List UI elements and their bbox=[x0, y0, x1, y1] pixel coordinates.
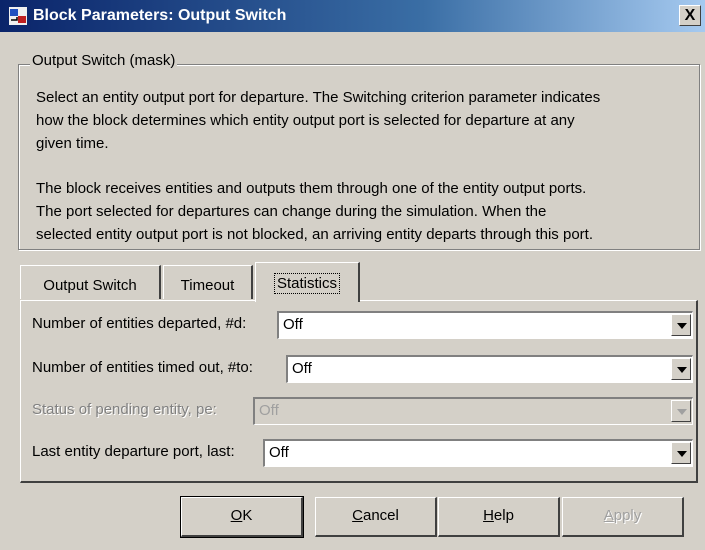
select-value: Off bbox=[292, 360, 312, 377]
dropdown-arrow-icon[interactable] bbox=[671, 358, 691, 380]
tab-label: Statistics bbox=[273, 273, 340, 294]
pending-status-select: Off bbox=[253, 397, 693, 425]
tab-label: Timeout bbox=[180, 277, 235, 294]
help-button[interactable]: Help bbox=[438, 497, 560, 537]
group-legend: Output Switch (mask) bbox=[30, 52, 178, 69]
timed-out-count-select[interactable]: Off bbox=[286, 355, 693, 383]
last-departure-port-label: Last entity departure port, last: bbox=[32, 443, 235, 460]
description-line: selected entity output port is not block… bbox=[36, 226, 593, 243]
select-value: Off bbox=[283, 316, 303, 333]
description-line: how the block determines which entity ou… bbox=[36, 112, 575, 129]
description-line: The port selected for departures can cha… bbox=[36, 203, 547, 220]
departed-count-label: Number of entities departed, #d: bbox=[32, 315, 247, 332]
simulink-block-icon bbox=[9, 7, 27, 25]
ok-button[interactable]: OK bbox=[180, 496, 304, 538]
departed-count-select[interactable]: Off bbox=[277, 311, 693, 339]
description-line: Select an entity output port for departu… bbox=[36, 89, 601, 106]
timed-out-count-label: Number of entities timed out, #to: bbox=[32, 359, 253, 376]
description-line: given time. bbox=[36, 135, 109, 152]
select-value: Off bbox=[269, 444, 289, 461]
dropdown-arrow-icon[interactable] bbox=[671, 442, 691, 464]
tab-output-switch[interactable]: Output Switch bbox=[20, 265, 161, 299]
dropdown-arrow-icon bbox=[671, 400, 691, 422]
dropdown-arrow-icon[interactable] bbox=[671, 314, 691, 336]
cancel-button[interactable]: Cancel bbox=[315, 497, 437, 537]
select-value: Off bbox=[259, 402, 279, 419]
tab-statistics[interactable]: Statistics bbox=[255, 262, 360, 302]
window-title: Block Parameters: Output Switch bbox=[33, 7, 287, 24]
tab-label: Output Switch bbox=[43, 277, 137, 294]
pending-status-label: Status of pending entity, pe: bbox=[32, 401, 217, 418]
close-button[interactable]: X bbox=[679, 5, 701, 26]
last-departure-port-select[interactable]: Off bbox=[263, 439, 693, 467]
apply-button: Apply bbox=[562, 497, 684, 537]
description-line: The block receives entities and outputs … bbox=[36, 180, 587, 197]
title-bar: Block Parameters: Output Switch X bbox=[0, 0, 705, 32]
tab-timeout[interactable]: Timeout bbox=[163, 265, 253, 299]
